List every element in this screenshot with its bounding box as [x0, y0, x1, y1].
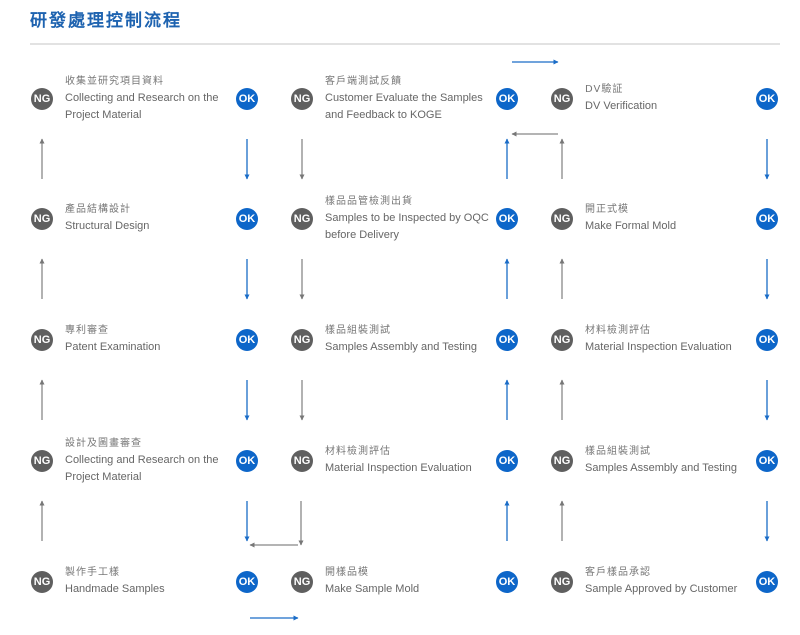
flow-arrows — [39, 59, 770, 621]
